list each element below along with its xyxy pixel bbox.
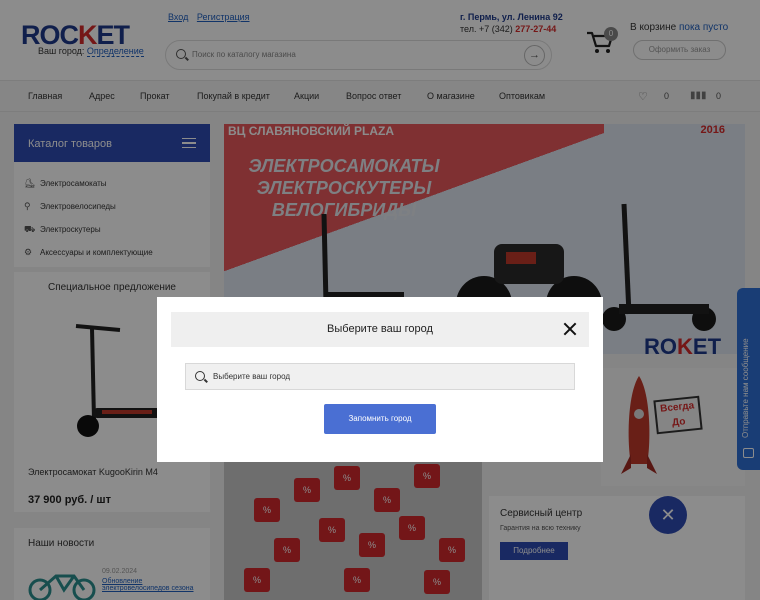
search-icon [195,371,205,381]
modal-header: Выберите ваш город [171,312,589,347]
city-select-modal: Выберите ваш город Запомнить город [157,297,603,462]
modal-title: Выберите ваш город [327,323,433,335]
city-search-input[interactable] [213,364,568,389]
remember-city-button[interactable]: Запомнить город [324,404,436,434]
city-search-field[interactable] [185,363,575,390]
close-icon[interactable] [561,320,579,338]
